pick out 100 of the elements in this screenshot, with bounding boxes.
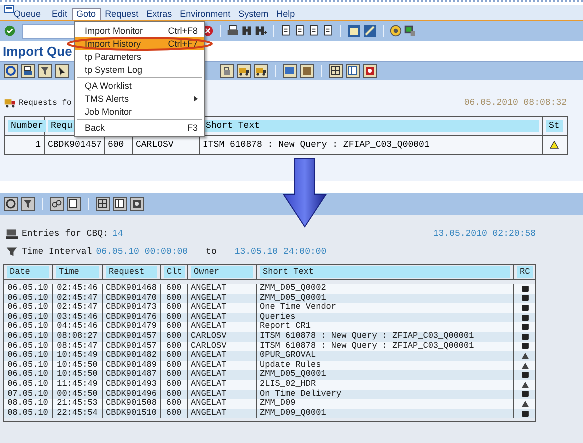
table-cell-text: 02:45:47 (57, 294, 98, 303)
table-cell-text: 600 (166, 294, 182, 303)
table-cell: 600 (166, 408, 182, 418)
filter-icon[interactable] (38, 64, 52, 78)
table-cell: 08.05.10 (8, 399, 48, 409)
grid-icon[interactable] (96, 197, 110, 211)
menu-entry[interactable]: Job Monitor (75, 105, 204, 118)
truck-icon[interactable] (254, 64, 268, 78)
grid-icon[interactable] (329, 64, 343, 78)
table-cell: 02:45:47 (57, 303, 98, 313)
window-icon[interactable] (347, 24, 361, 38)
table-cell: CBDK901487 (106, 370, 158, 380)
pointer-icon[interactable] (55, 64, 69, 78)
table-cell-text: 10:45:50 (57, 360, 98, 370)
menu-entry[interactable]: TMS Alerts (75, 92, 204, 105)
column-header: Number (8, 120, 46, 132)
table-cell: ANGELAT (191, 284, 227, 294)
menu-entry[interactable]: Import Monitor Ctrl+F8 (75, 24, 204, 37)
table-cell: 08.05.10 (8, 408, 48, 418)
table-cell-text: CBDK901457 (106, 342, 158, 351)
screen-title: Import Que (3, 44, 72, 58)
column-header: RC (517, 266, 534, 278)
table-cell-text: CBDK901470 (106, 294, 158, 303)
document-icon[interactable] (67, 197, 81, 211)
chain-icon[interactable] (50, 197, 64, 211)
table-cell: ITSM 610878 : New Query : ZFIAP_C03_Q00001 (260, 332, 474, 342)
screen-icon[interactable] (283, 64, 297, 78)
table-cell: ANGELAT (191, 370, 227, 380)
menu-item[interactable]: Extras (142, 9, 176, 20)
table-cell: CBDK901473 (106, 303, 158, 313)
table-cell: CBDK901493 (106, 380, 158, 390)
entries-count: 14 (112, 229, 124, 239)
menu-item[interactable]: Environment (176, 9, 235, 20)
menu-entry[interactable]: tp Parameters (75, 50, 204, 63)
table-cell: CBDK901508 (106, 399, 158, 409)
table-cell: 600 (108, 140, 124, 150)
interval-to-label: to (206, 247, 217, 257)
table-cell: ZMM_D05_Q0002 (260, 284, 326, 294)
printer-icon[interactable] (21, 64, 35, 78)
page-icon[interactable] (294, 25, 306, 37)
table-cell: CARLOSV (191, 332, 227, 342)
column-header: Request (106, 266, 157, 278)
table-cell-text: ANGELAT (191, 312, 227, 322)
table-cell: 08:08:27 (57, 332, 98, 342)
check-icon[interactable] (4, 25, 16, 37)
page-icon[interactable] (322, 25, 334, 37)
table-cell: 10:45:49 (57, 351, 98, 361)
columns-icon[interactable] (346, 64, 360, 78)
menu-entry[interactable]: Back F3 (75, 121, 204, 134)
table-cell-text: 600 (166, 390, 182, 399)
table-cell: 1 (36, 140, 41, 150)
table-cell-text: 2LIS_02_HDR (260, 380, 316, 390)
table-cell-text: Update Rules (260, 360, 322, 370)
table-cell: 600 (166, 303, 182, 313)
printer-icon[interactable] (227, 25, 239, 37)
menu-item[interactable]: Help (272, 9, 300, 20)
truck-icon[interactable] (237, 64, 251, 78)
table-cell-text: ANGELAT (191, 390, 227, 399)
down-arrow-drawing (283, 158, 327, 228)
table-cell-text: 600 (166, 342, 182, 351)
table-cell: 600 (166, 380, 182, 390)
menu-item[interactable]: System (234, 9, 273, 20)
table-cell-text: CBDK901476 (106, 312, 158, 322)
table-cell-text: ANGELAT (191, 360, 227, 370)
interval-label: Time Interval (22, 247, 92, 257)
table-cell: 04:45:46 (57, 322, 98, 332)
column-header: Owner (191, 266, 253, 278)
filter-icon[interactable] (21, 197, 35, 211)
table-cell: 600 (166, 399, 182, 409)
terminal-icon (6, 228, 18, 240)
menu-item[interactable]: Goto (72, 8, 102, 20)
monitor-icon[interactable] (404, 25, 416, 37)
page-icon[interactable] (280, 25, 292, 37)
table-cell-text: 03:45:46 (57, 312, 98, 322)
app-icon[interactable] (4, 5, 14, 13)
menu-entry[interactable]: QA Worklist (75, 79, 204, 92)
table-cell: ZMM_D09 (260, 399, 296, 409)
menu-item[interactable]: Edit (48, 9, 72, 20)
interval-from: 06.05.10 00:00:00 (96, 247, 188, 257)
binoculars-plus-icon[interactable] (255, 25, 267, 37)
table-cell: ANGELAT (191, 351, 227, 361)
column-header: Short Text (203, 120, 539, 132)
page-icon[interactable] (308, 25, 320, 37)
table-cell-text: 07.05.10 (8, 390, 48, 399)
table-cell-text: 06.05.10 (8, 360, 48, 370)
lock-icon[interactable] (220, 64, 234, 78)
requests-label: Requests fo (19, 98, 72, 108)
columns-icon[interactable] (113, 197, 127, 211)
binoculars-icon[interactable] (241, 25, 253, 37)
table-cell: 06.05.10 (8, 303, 48, 313)
menu-item[interactable]: Request (101, 9, 143, 20)
menu-entry[interactable]: tp System Log (75, 63, 204, 76)
filter-icon (6, 246, 18, 258)
table-cell-text: CBDK901489 (106, 360, 158, 370)
column-header: St (546, 120, 563, 132)
menu-item[interactable]: Queue (10, 9, 46, 20)
table-cell: 06.05.10 (8, 351, 48, 361)
table-cell-text: CARLOSV (191, 342, 227, 351)
table-cell: ITSM 610878 : New Query : ZFIAP_C03_Q00001 (203, 140, 430, 150)
table-cell-text: ANGELAT (191, 294, 227, 303)
